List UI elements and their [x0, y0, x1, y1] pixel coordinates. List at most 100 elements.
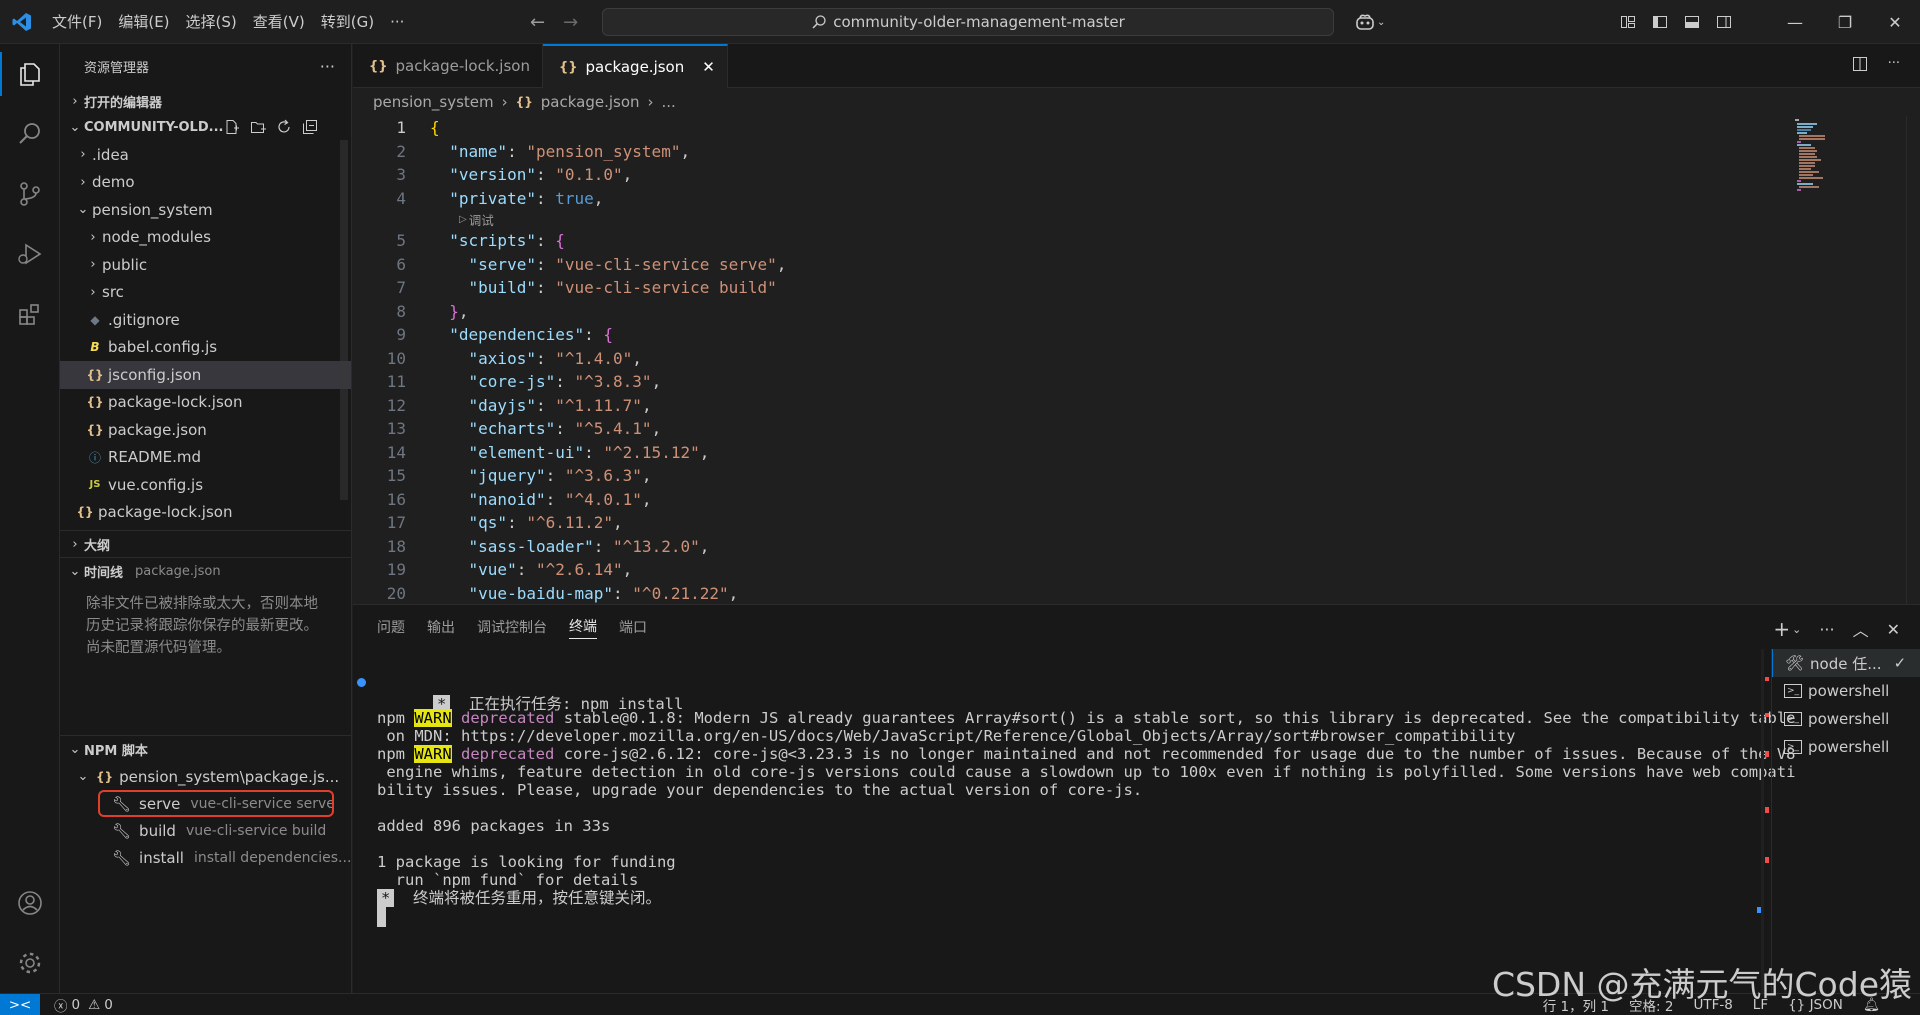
babel-file-icon: B	[90, 340, 100, 355]
debug-codelens[interactable]: ▷ 调试	[353, 210, 1793, 229]
serve-highlight-annotation	[98, 790, 334, 817]
editor-scrollbar[interactable]	[1906, 116, 1920, 604]
toggle-primary-sidebar-icon[interactable]	[1644, 0, 1676, 44]
maximize-panel-icon[interactable]: ︿	[1853, 617, 1869, 641]
close-tab-icon[interactable]: ✕	[702, 58, 715, 76]
source-control-icon[interactable]	[0, 164, 60, 224]
tab-debug-console[interactable]: 调试控制台	[477, 617, 547, 637]
json-file-icon: {}	[86, 367, 104, 382]
git-file-icon: ◆	[90, 312, 100, 327]
terminal-icon: >_	[1784, 712, 1803, 726]
code-line: 17 "qs": "^6.11.2",	[386, 513, 623, 533]
tree-item-node-modules[interactable]: › node_modules	[60, 224, 351, 252]
tree-item-public[interactable]: › public	[60, 251, 351, 279]
refresh-icon[interactable]	[276, 119, 292, 135]
new-folder-icon[interactable]	[250, 119, 266, 135]
npm-script-install[interactable]: 🔧︎ install install dependencies...	[112, 844, 351, 871]
chevron-down-icon: ⌄	[77, 769, 89, 784]
tree-item-package-lock[interactable]: {} package-lock.json	[60, 389, 351, 417]
tree-item-babel-config[interactable]: B babel.config.js	[60, 334, 351, 362]
breadcrumb-folder[interactable]: pension_system	[373, 93, 494, 111]
tree-item-gitignore[interactable]: ◆ .gitignore	[60, 306, 351, 334]
settings-gear-icon[interactable]	[0, 933, 60, 993]
close-panel-icon[interactable]: ✕	[1887, 620, 1900, 639]
forward-arrow-icon[interactable]: →	[563, 12, 578, 33]
split-editor-icon[interactable]	[1852, 56, 1868, 72]
menu-view[interactable]: 查看(V)	[245, 0, 313, 44]
tree-item-vue-config[interactable]: JS vue.config.js	[60, 471, 351, 499]
npm-package-item[interactable]: ⌄ {} pension_system\package.js...	[74, 763, 340, 790]
new-file-icon[interactable]	[224, 119, 240, 135]
terminal-icon: >_	[1784, 740, 1803, 754]
sidebar-scrollbar[interactable]	[340, 140, 348, 500]
project-name: COMMUNITY-OLD...	[84, 119, 224, 135]
project-folder-section[interactable]: ⌄ COMMUNITY-OLD...	[60, 114, 351, 140]
explorer-sidebar: 资源管理器 ··· › 打开的编辑器 ⌄ COMMUNITY-OLD... › …	[60, 44, 352, 993]
toggle-panel-icon[interactable]	[1676, 0, 1708, 44]
npm-script-build[interactable]: 🔧︎ build vue-cli-service build	[112, 817, 326, 844]
code-line: 18 "sass-loader": "^13.2.0",	[386, 536, 710, 556]
js-file-icon: JS	[89, 479, 101, 491]
terminal-entry-powershell[interactable]: >_ powershell	[1772, 705, 1920, 733]
menu-more[interactable]: ···	[382, 0, 412, 44]
menu-file[interactable]: 文件(F)	[44, 0, 110, 44]
explorer-icon[interactable]	[0, 44, 60, 104]
terminal-line: added 896 packages in 33s	[377, 817, 611, 835]
code-line: 15 "jquery": "^3.6.3",	[386, 466, 652, 486]
command-center-search[interactable]: community-older-management-master	[602, 8, 1334, 36]
npm-scripts-section[interactable]: ⌄ NPM 脚本	[60, 736, 351, 762]
terminal-entry-node-task[interactable]: 🛠︎ node 任... ✓	[1772, 649, 1920, 677]
chevron-down-icon[interactable]: ⌄	[1792, 623, 1801, 636]
tab-ports[interactable]: 端口	[619, 617, 647, 637]
wrench-icon: 🔧︎	[112, 848, 132, 867]
open-editors-section[interactable]: › 打开的编辑器	[60, 88, 351, 114]
terminal-list: 🛠︎ node 任... ✓ >_ powershell >_ powershe…	[1771, 649, 1920, 994]
tree-item-idea[interactable]: › .idea	[60, 141, 351, 169]
copilot-button[interactable]: ⌄	[1355, 10, 1385, 34]
code-editor[interactable]: 1{ 2 "name": "pension_system", 3 "versio…	[353, 116, 1793, 604]
tree-item-readme[interactable]: ⓘ README.md	[60, 444, 351, 472]
minimize-icon[interactable]: —	[1770, 0, 1820, 44]
tab-package-json[interactable]: {} package.json ✕	[542, 44, 728, 88]
toggle-secondary-sidebar-icon[interactable]	[1708, 0, 1740, 44]
tree-item-root-package-lock[interactable]: {} package-lock.json	[60, 499, 351, 527]
tab-package-lock[interactable]: {} package-lock.json	[353, 44, 543, 88]
more-actions-icon[interactable]: ···	[1819, 620, 1834, 639]
menu-selection[interactable]: 选择(S)	[178, 0, 245, 44]
tab-terminal[interactable]: 终端	[569, 616, 597, 639]
timeline-section[interactable]: ⌄ 时间线 package.json	[60, 558, 351, 584]
tab-output[interactable]: 输出	[427, 617, 455, 637]
menu-go[interactable]: 转到(G)	[313, 0, 382, 44]
menu-edit[interactable]: 编辑(E)	[110, 0, 177, 44]
restore-icon[interactable]: ❐	[1820, 0, 1870, 44]
tree-item-src[interactable]: › src	[60, 279, 351, 307]
tree-item-package-json[interactable]: {} package.json	[60, 416, 351, 444]
more-actions-icon[interactable]: ···	[1888, 56, 1900, 72]
tab-problems[interactable]: 问题	[377, 617, 405, 637]
more-actions-icon[interactable]: ···	[320, 57, 335, 76]
problems-status[interactable]: ⓧ 0 ⚠ 0	[54, 995, 113, 1015]
customize-layout-icon[interactable]	[1612, 0, 1644, 44]
csdn-watermark: CSDN @充满元气的Code猿	[1491, 965, 1912, 1004]
tree-item-demo[interactable]: › demo	[60, 169, 351, 197]
extensions-icon[interactable]	[0, 284, 60, 344]
back-arrow-icon[interactable]: ←	[530, 12, 545, 33]
terminal-entry-powershell[interactable]: >_ powershell	[1772, 677, 1920, 705]
terminal-entry-powershell[interactable]: >_ powershell	[1772, 733, 1920, 761]
minimap[interactable]	[1793, 116, 1893, 236]
breadcrumb-rest[interactable]: ...	[662, 93, 676, 111]
run-debug-icon[interactable]	[0, 224, 60, 284]
close-window-icon[interactable]: ✕	[1870, 0, 1920, 44]
tree-item-pension-system[interactable]: ⌄ pension_system	[60, 196, 351, 224]
tree-item-jsconfig[interactable]: {} jsconfig.json	[60, 361, 351, 389]
chevron-right-icon: ›	[72, 93, 78, 109]
account-icon[interactable]	[0, 873, 60, 933]
remote-indicator-icon[interactable]: ><	[0, 993, 40, 1015]
collapse-all-icon[interactable]	[302, 119, 318, 135]
terminal-output[interactable]: * 正在执行任务: npm install npm WARN deprecate…	[357, 649, 1795, 994]
breadcrumb-file[interactable]: package.json	[541, 93, 640, 111]
code-line: 20 "vue-baidu-map": "^0.21.22",	[386, 583, 739, 603]
new-terminal-icon[interactable]: +	[1773, 617, 1790, 641]
outline-section[interactable]: › 大纲	[60, 531, 351, 557]
search-icon[interactable]	[0, 104, 60, 164]
